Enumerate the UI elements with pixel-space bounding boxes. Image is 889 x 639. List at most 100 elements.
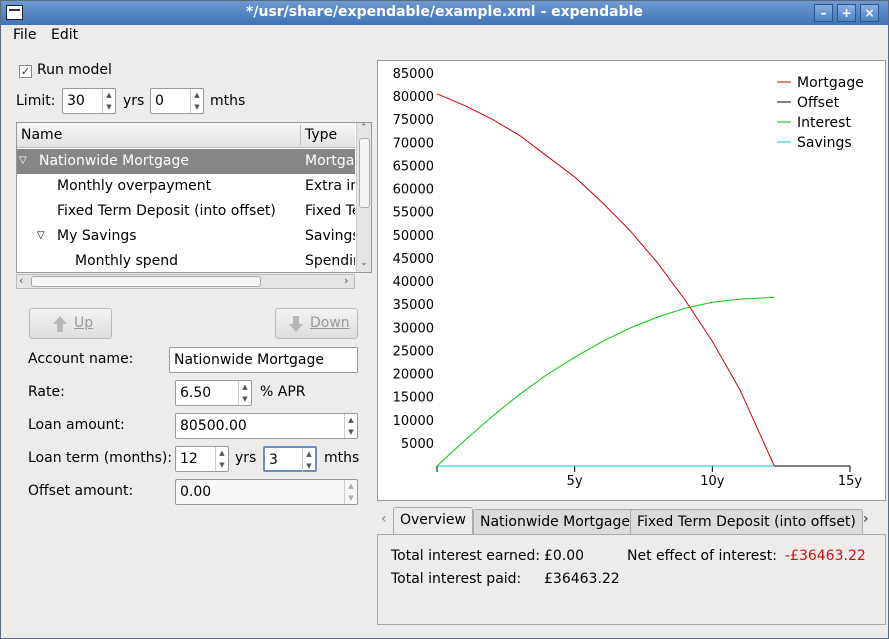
maximize-button[interactable]: + <box>837 4 856 22</box>
tab-overview[interactable]: Overview <box>393 507 473 536</box>
spinner-arrows-icon[interactable]: ▲ ▼ <box>190 89 203 113</box>
tree-row-type: Extra income <box>305 178 355 194</box>
y-tick-label: 45000 <box>393 252 434 267</box>
chart-panel: 5000 10000 15000 20000 25000 30000 35000 40000 4… <box>377 60 886 501</box>
tree-row[interactable]: Monthly overpayment Extra income <box>17 174 355 199</box>
spinner-arrows-icon[interactable]: ▲ ▼ <box>238 381 251 405</box>
expander-open-icon[interactable]: ▽ <box>19 155 27 166</box>
down-button-label: Down <box>310 315 350 331</box>
tab-scroll-left-icon[interactable]: ‹ <box>381 511 387 527</box>
expander-open-icon[interactable]: ▽ <box>37 230 45 241</box>
x-tick-label: 10y <box>700 474 725 489</box>
close-button[interactable]: × <box>860 4 879 22</box>
scroll-right-icon[interactable]: › <box>344 274 348 287</box>
x-tick-label: 5y <box>567 474 583 489</box>
legend-label: Offset <box>797 95 840 111</box>
offset-amount-label: Offset amount: <box>28 483 134 499</box>
total-interest-earned-label: Total interest earned: <box>391 548 541 564</box>
scroll-up-icon[interactable]: ⌃ <box>360 123 368 133</box>
rate-unit-label: % APR <box>260 384 306 400</box>
x-tick-label: 15y <box>838 474 863 489</box>
y-tick-label: 70000 <box>393 136 434 151</box>
loan-term-years-spinner[interactable]: 12 ▲ ▼ <box>175 446 229 472</box>
limit-years-spinner[interactable]: 30 ▲ ▼ <box>62 88 116 114</box>
tree-row-name: Nationwide Mortgage <box>39 153 190 169</box>
limit-mths-label: mths <box>210 93 246 109</box>
account-tree[interactable]: Name Type ▽ Nationwide Mortgage Mortgage… <box>16 122 372 273</box>
arrow-up-icon <box>53 316 67 332</box>
loan-term-years-value: 12 <box>180 451 198 467</box>
y-tick-label: 80000 <box>393 90 434 105</box>
loan-term-label: Loan term (months): <box>28 450 173 466</box>
spinner-arrows-icon[interactable]: ▲ ▼ <box>302 448 315 472</box>
total-interest-earned-value: £0.00 <box>544 548 585 564</box>
y-tick-label: 60000 <box>393 183 434 198</box>
spinner-arrows-icon[interactable]: ▲ ▼ <box>344 414 357 438</box>
offset-amount-spinner[interactable]: 0.00 ▲ ▼ <box>175 479 358 505</box>
tree-row[interactable]: ▽ My Savings Savings <box>17 224 355 249</box>
tree-vertical-scrollbar[interactable]: ⌃ ⌄ <box>356 123 371 272</box>
vertical-scroll-thumb[interactable] <box>359 138 370 208</box>
limit-yrs-label: yrs <box>123 93 145 109</box>
account-name-field[interactable]: Nationwide Mortgage <box>169 347 358 373</box>
tree-row-type: Mortgage <box>305 153 355 169</box>
tab-scroll-right-icon[interactable]: › <box>863 511 869 527</box>
tree-row-name: My Savings <box>57 228 137 244</box>
up-button[interactable]: Up <box>29 308 112 339</box>
menu-edit[interactable]: Edit <box>51 27 78 43</box>
run-model-label: Run model <box>37 62 112 78</box>
column-divider <box>300 125 301 145</box>
limit-months-spinner[interactable]: 0 ▲ ▼ <box>150 88 204 114</box>
y-tick-label: 75000 <box>393 113 434 128</box>
tree-row[interactable]: ▽ Nationwide Mortgage Mortgage <box>17 149 355 174</box>
y-tick-label: 15000 <box>393 391 434 406</box>
tree-row[interactable]: Fixed Term Deposit (into offset) Fixed T… <box>17 199 355 224</box>
tree-row-name: Monthly overpayment <box>57 178 212 194</box>
y-tick-label: 5000 <box>401 437 434 452</box>
y-tick-label: 85000 <box>393 67 434 82</box>
scroll-left-icon[interactable]: ‹ <box>19 274 23 287</box>
series-line-mortgage <box>436 93 850 467</box>
limit-years-value: 30 <box>67 93 85 109</box>
rate-spinner[interactable]: 6.50 ▲ ▼ <box>175 380 252 406</box>
loan-amount-label: Loan amount: <box>28 417 125 433</box>
tree-row[interactable]: Monthly spend Spending <box>17 249 355 272</box>
scroll-down-icon[interactable]: ⌄ <box>360 258 368 268</box>
spinner-arrows-icon[interactable]: ▲ ▼ <box>215 447 228 471</box>
limit-label: Limit: <box>16 93 56 109</box>
down-button[interactable]: Down <box>275 308 358 339</box>
loan-amount-spinner[interactable]: 80500.00 ▲ ▼ <box>175 413 358 439</box>
minimize-button[interactable]: – <box>814 4 833 22</box>
main-window: */usr/share/expendable/example.xml - exp… <box>0 0 889 639</box>
account-name-label: Account name: <box>28 351 134 367</box>
spinner-arrows-icon[interactable]: ▲ ▼ <box>102 89 115 113</box>
total-interest-paid-value: £36463.22 <box>544 571 620 587</box>
tree-header: Name Type <box>17 123 355 148</box>
menu-bar: File Edit <box>1 25 888 47</box>
arrow-down-icon <box>289 316 303 332</box>
horizontal-scroll-thumb[interactable] <box>31 276 261 287</box>
loan-term-months-spinner[interactable]: 3 ▲ ▼ <box>263 446 317 472</box>
y-tick-label: 35000 <box>393 298 434 313</box>
y-tick-label: 65000 <box>393 159 434 174</box>
loan-amount-value: 80500.00 <box>180 418 247 434</box>
y-tick-label: 40000 <box>393 275 434 290</box>
tree-row-type: Spending <box>305 253 355 269</box>
account-name-value: Nationwide Mortgage <box>174 352 325 368</box>
tree-horizontal-scrollbar[interactable]: ‹ › <box>16 274 355 289</box>
tab-nationwide-mortgage[interactable]: Nationwide Mortgage <box>473 509 638 535</box>
menu-file[interactable]: File <box>13 27 36 43</box>
limit-months-value: 0 <box>155 93 164 109</box>
column-header-type[interactable]: Type <box>305 127 337 143</box>
column-header-name[interactable]: Name <box>21 127 62 143</box>
loan-term-mths-label: mths <box>324 450 360 466</box>
rate-label: Rate: <box>28 384 65 400</box>
series-line-interest <box>436 296 775 467</box>
y-tick-label: 20000 <box>393 368 434 383</box>
up-button-label: Up <box>74 315 94 331</box>
y-tick-label: 30000 <box>393 321 434 336</box>
run-model-checkbox[interactable]: ✓ <box>19 65 32 78</box>
spinner-arrows-icon[interactable]: ▲ ▼ <box>344 480 357 504</box>
tab-bar: ‹ Overview Nationwide Mortgage Fixed Ter… <box>377 507 886 536</box>
tab-fixed-term-deposit[interactable]: Fixed Term Deposit (into offset) <box>630 509 863 535</box>
